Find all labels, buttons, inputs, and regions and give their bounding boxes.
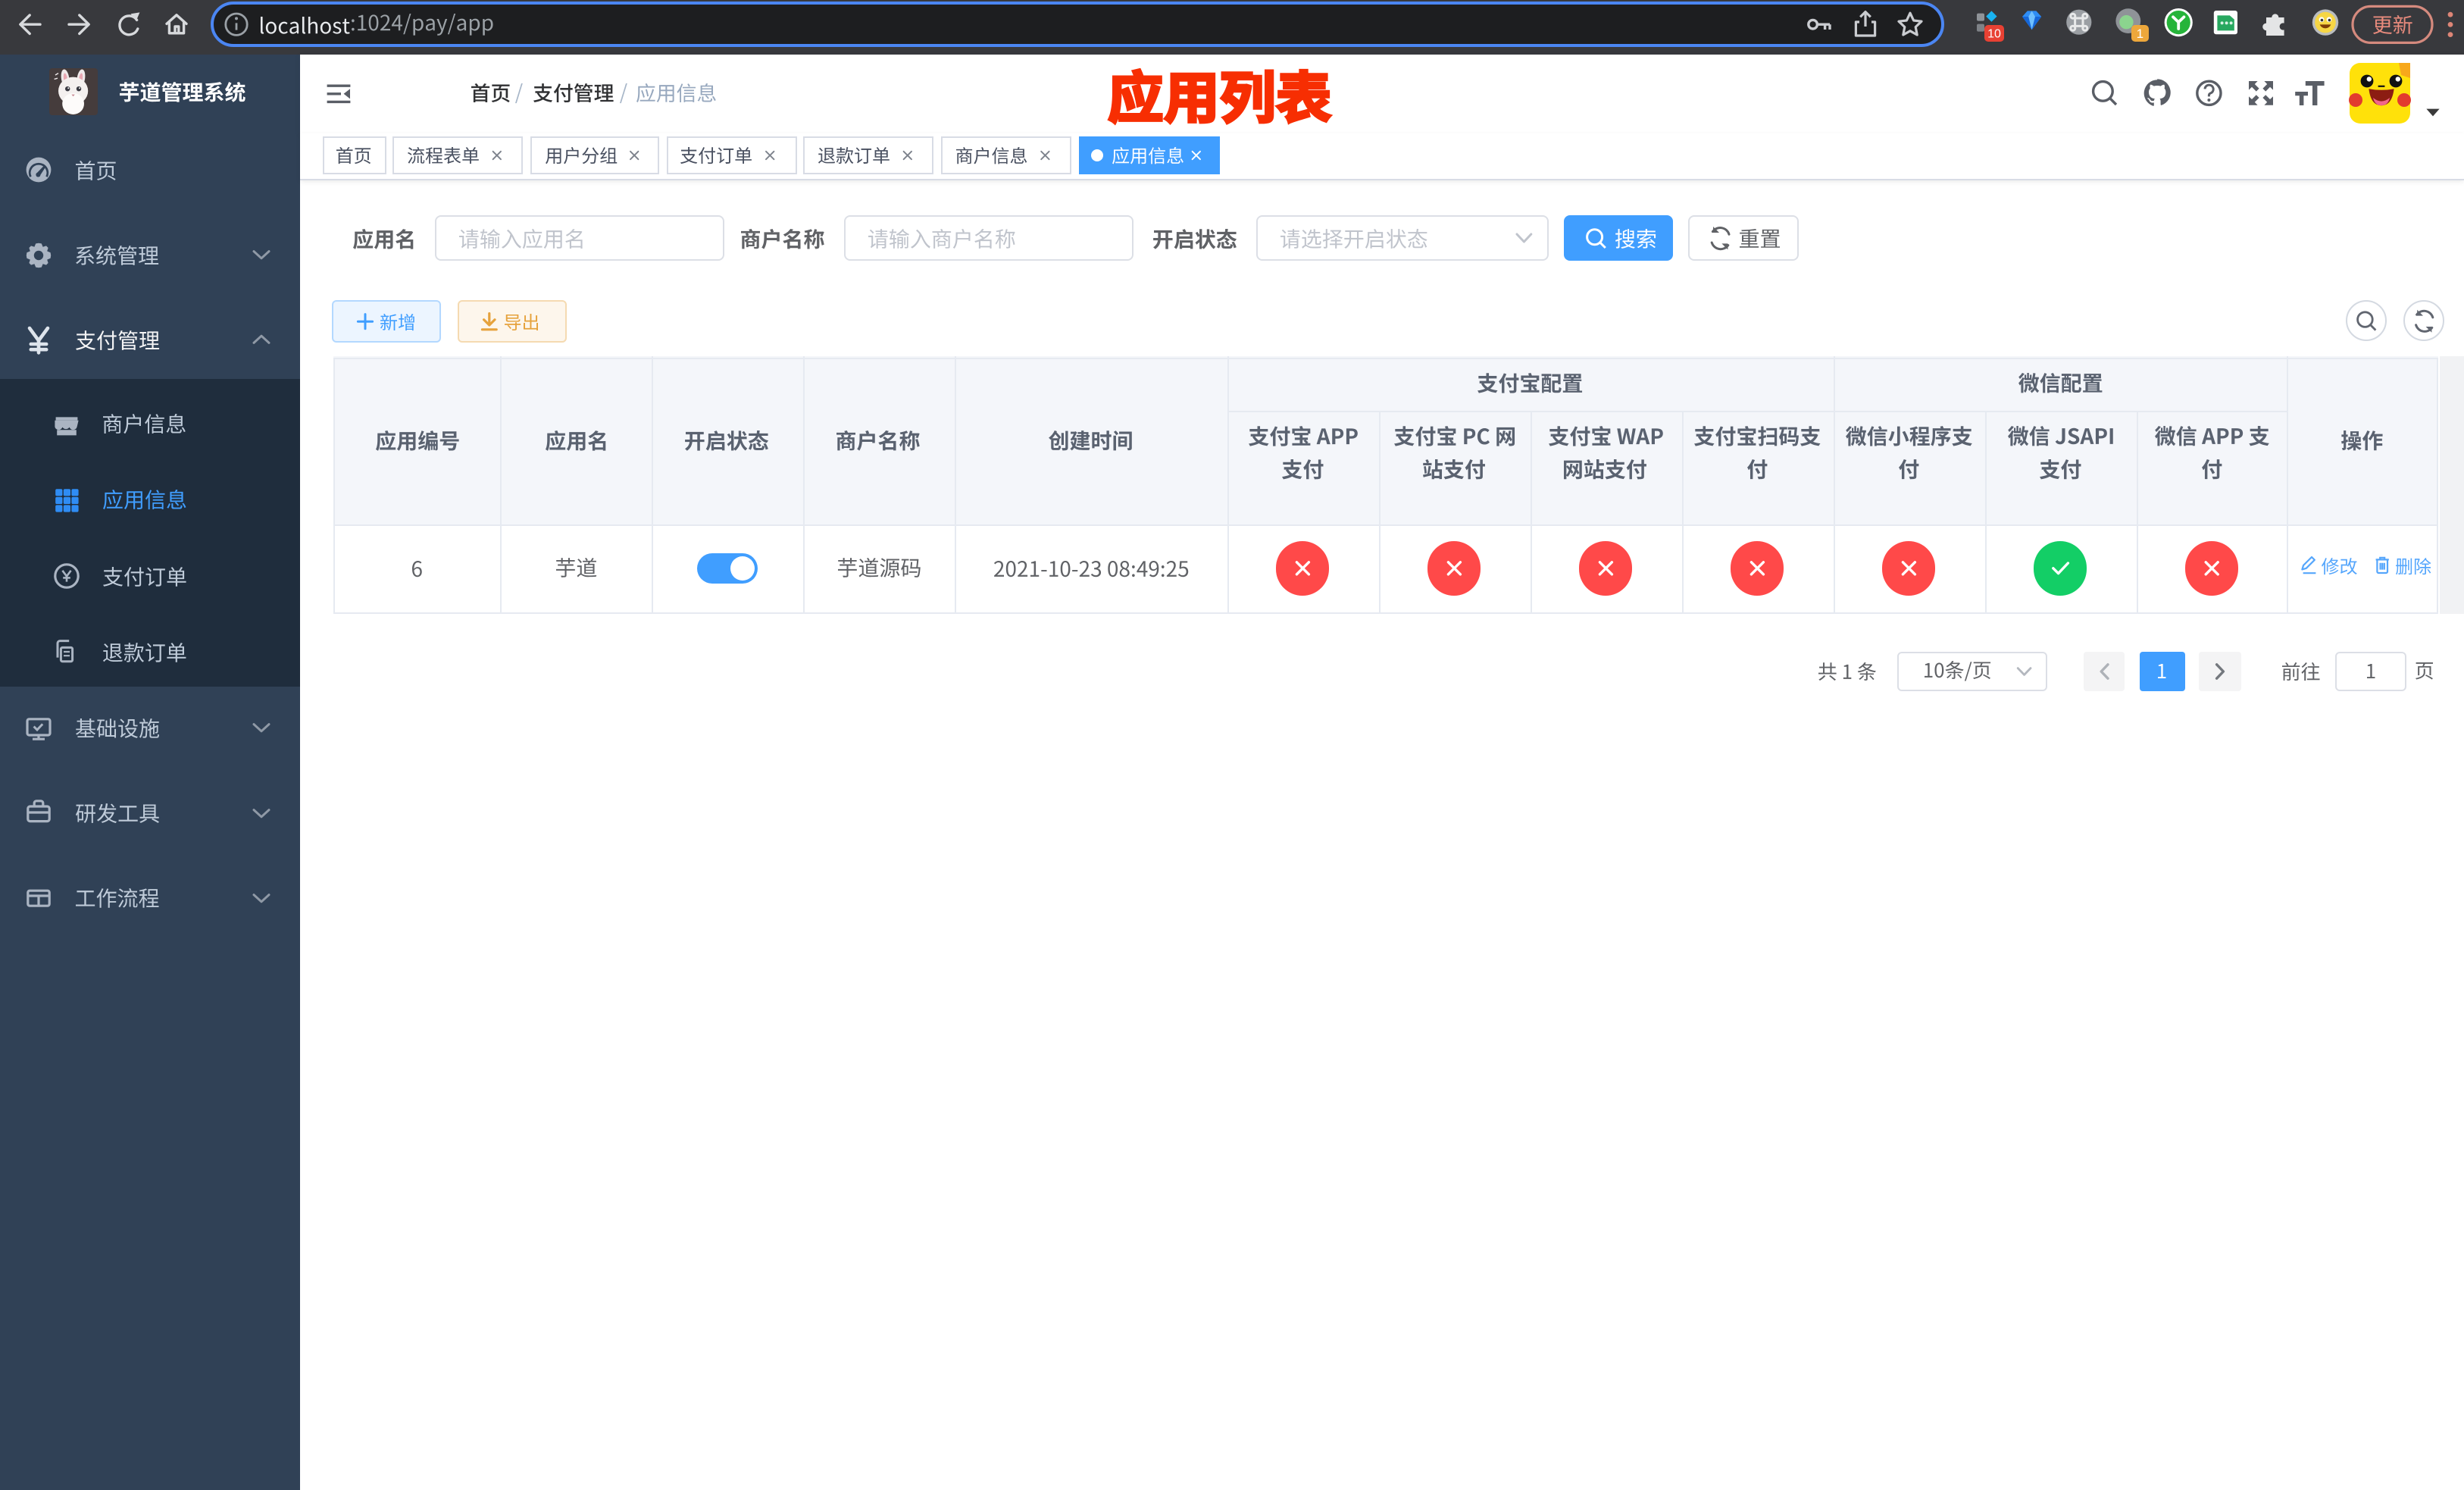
svg-text:10: 10 bbox=[1987, 28, 2001, 41]
svg-text:1: 1 bbox=[2137, 27, 2143, 41]
